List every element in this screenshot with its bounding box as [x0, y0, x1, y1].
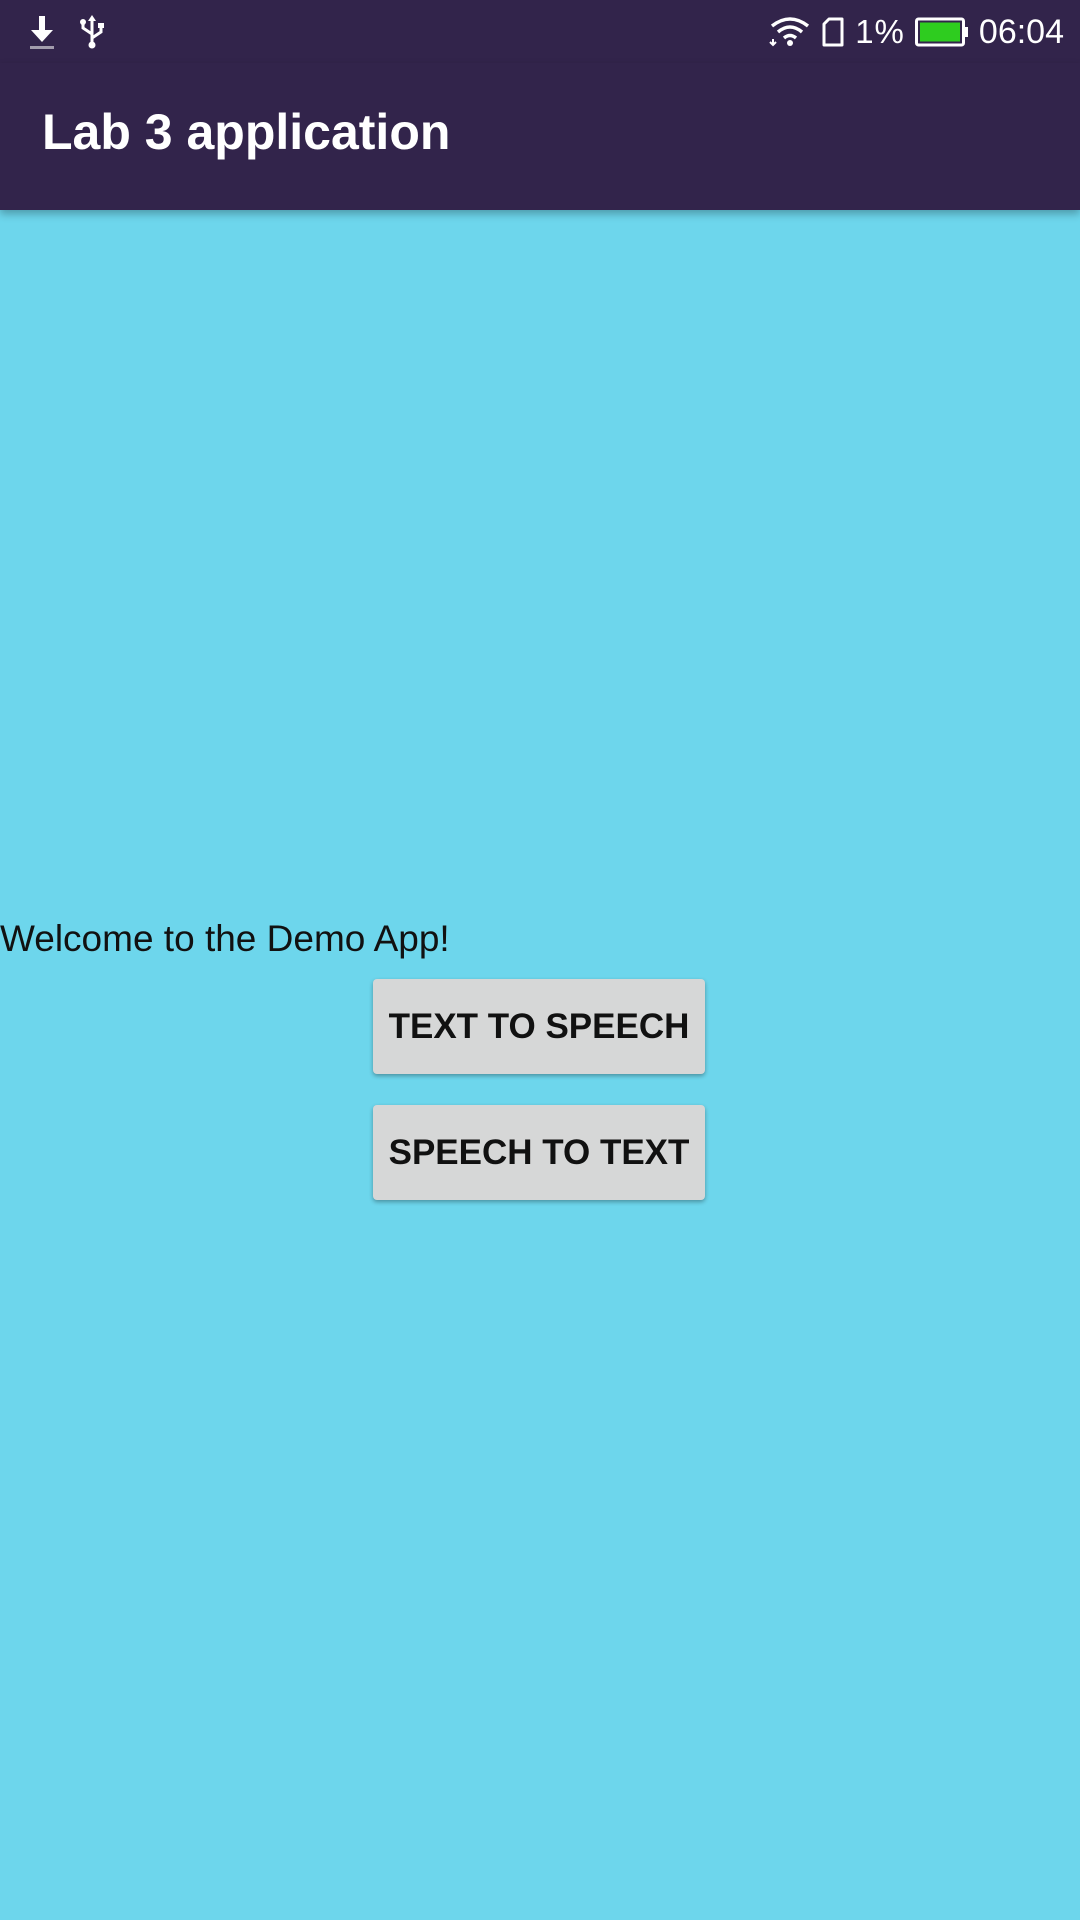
status-bar: 1% 06:04 [0, 0, 1080, 63]
speech-to-text-button[interactable]: SPEECH TO TEXT [373, 1105, 705, 1200]
sim-card-icon [821, 17, 845, 47]
usb-icon [78, 14, 106, 50]
clock: 06:04 [978, 12, 1064, 51]
battery-percent: 1% [855, 13, 905, 50]
status-bar-left [28, 12, 106, 52]
app-bar: Lab 3 application [0, 63, 1080, 210]
welcome-text: Welcome to the Demo App! [0, 918, 450, 959]
wifi-icon [769, 15, 811, 49]
download-icon [28, 14, 56, 50]
battery-icon [914, 17, 969, 47]
status-bar-right: 1% 06:04 [769, 10, 1064, 54]
text-to-speech-button[interactable]: TEXT TO SPEECH [373, 979, 705, 1074]
app-title: Lab 3 application [42, 104, 451, 160]
